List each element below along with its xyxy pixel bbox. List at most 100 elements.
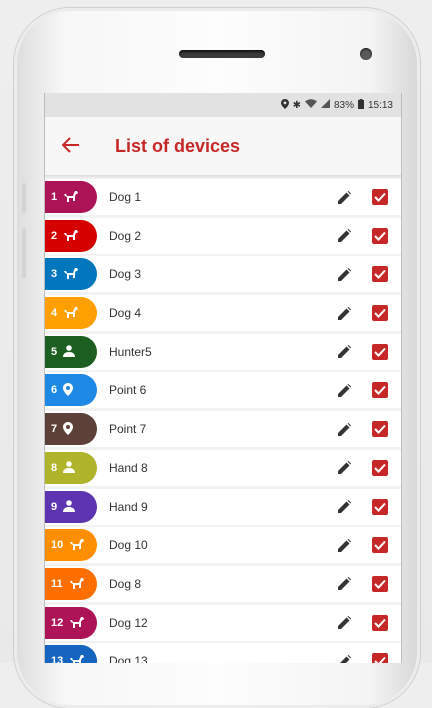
pencil-icon[interactable] [334,613,354,633]
device-name: Dog 13 [109,654,148,663]
checkbox-checked-icon[interactable] [372,189,388,205]
device-name: Dog 8 [109,576,142,591]
device-badge: 13 [45,645,97,663]
checkbox-checked-icon[interactable] [372,266,388,283]
device-badge: 5 [45,335,97,368]
device-badge: 4 [45,297,97,330]
device-row[interactable]: 11 Dog 8 [45,565,401,602]
dog-icon [63,306,79,320]
checkbox-checked-icon[interactable] [372,614,388,631]
device-name: Point 7 [109,422,147,437]
pencil-icon[interactable] [334,264,354,284]
pencil-icon[interactable] [334,187,354,207]
device-name: Dog 10 [109,538,148,553]
checkbox-checked-icon[interactable] [372,343,388,360]
device-name: Dog 12 [109,615,148,630]
battery-icon [357,98,364,112]
pencil-icon[interactable] [334,380,354,400]
device-number: 5 [51,345,58,358]
battery-percent: 83% [333,99,354,111]
dog-icon [63,229,79,243]
device-row[interactable]: 1 Dog 1 [45,179,401,215]
side-button [22,228,26,278]
device-list: 1 Dog 1 2 Dog 2 3 Dog 3 4 Dog 4 5 Hunter5 6 Point 6… [45,176,401,663]
device-row[interactable]: 7 Point 7 [45,411,401,448]
phone-screen: ✱ 83% 15:13 List of devices 1 Dog 1 2 Dog 2… [44,93,402,663]
device-row[interactable]: 12 Dog 12 [45,604,401,641]
dog-icon [69,577,85,591]
device-number: 12 [51,616,64,629]
device-badge: 7 [45,413,97,446]
device-row[interactable]: 10 Dog 10 [45,527,401,564]
dog-icon [69,616,85,630]
checkbox-checked-icon[interactable] [372,498,388,515]
device-number: 8 [51,461,58,474]
device-badge: 1 [45,181,97,213]
person-icon [63,344,76,359]
checkbox-checked-icon[interactable] [372,575,388,592]
back-arrow-icon[interactable] [45,117,97,175]
device-row[interactable]: 3 Dog 3 [45,256,401,293]
device-row[interactable]: 4 Dog 4 [45,295,401,332]
page-title: List of devices [115,135,241,156]
device-badge: 12 [45,606,97,639]
checkbox-checked-icon[interactable] [372,459,388,476]
checkbox-checked-icon[interactable] [372,421,388,438]
device-badge: 3 [45,258,97,291]
device-badge: 9 [45,490,97,523]
device-number: 9 [51,500,58,513]
location-pin-icon [63,382,74,398]
pencil-icon[interactable] [334,226,354,246]
location-icon [280,98,289,112]
location-pin-icon [63,421,74,437]
signal-icon [320,99,330,111]
side-button [22,183,26,213]
clock: 15:13 [367,99,393,111]
checkbox-checked-icon[interactable] [372,305,388,322]
checkbox-checked-icon[interactable] [372,382,388,399]
device-number: 4 [51,307,58,320]
device-number: 6 [51,384,58,397]
pencil-icon[interactable] [334,419,354,439]
pencil-icon[interactable] [334,535,354,555]
dog-icon [63,267,79,281]
device-badge: 11 [45,567,97,600]
pencil-icon[interactable] [334,497,354,517]
device-row[interactable]: 6 Point 6 [45,372,401,409]
front-camera [360,48,372,60]
dog-icon [69,538,85,552]
device-row[interactable]: 13 Dog 13 [45,643,401,663]
checkbox-checked-icon[interactable] [372,227,388,244]
device-name: Dog 3 [109,267,142,282]
status-bar: ✱ 83% 15:13 [45,93,401,117]
device-badge: 2 [45,219,97,252]
device-name: Dog 2 [109,228,142,243]
device-name: Hand 9 [109,499,148,514]
device-number: 10 [51,539,64,552]
device-name: Point 6 [109,383,147,398]
earpiece-speaker [179,50,265,58]
device-name: Dog 1 [109,190,142,204]
pencil-icon[interactable] [334,342,354,362]
device-number: 11 [51,577,63,590]
device-name: Hunter5 [109,344,152,359]
device-number: 1 [51,191,58,203]
device-number: 7 [51,423,58,436]
checkbox-checked-icon[interactable] [372,653,388,663]
pencil-icon[interactable] [334,458,354,478]
person-icon [63,499,76,514]
device-number: 2 [51,229,58,242]
pencil-icon[interactable] [334,574,354,594]
wifi-icon [304,99,317,111]
device-row[interactable]: 5 Hunter5 [45,333,401,370]
dog-icon [69,654,85,663]
pencil-icon[interactable] [334,651,354,663]
pencil-icon[interactable] [334,303,354,323]
device-row[interactable]: 9 Hand 9 [45,488,401,525]
device-row[interactable]: 8 Hand 8 [45,449,401,486]
device-row[interactable]: 2 Dog 2 [45,217,401,254]
bluetooth-icon: ✱ [292,99,301,111]
dog-icon [63,190,79,204]
checkbox-checked-icon[interactable] [372,537,388,554]
device-name: Hand 8 [109,460,148,475]
